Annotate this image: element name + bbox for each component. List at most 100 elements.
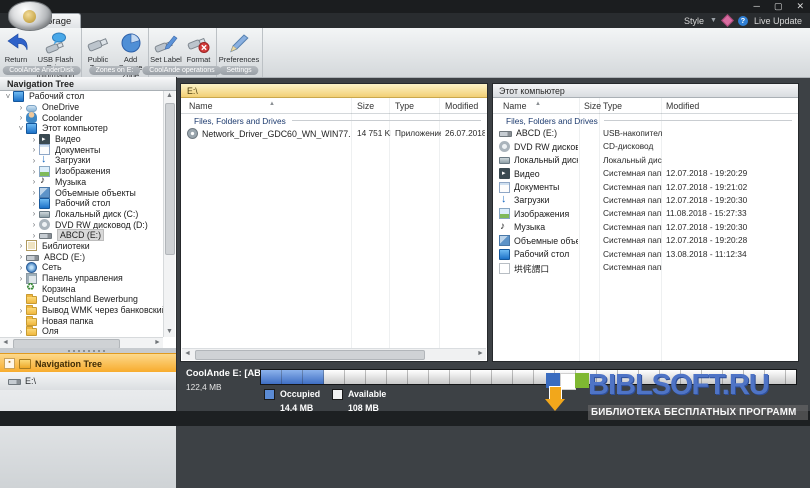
style-menu[interactable]: Style	[684, 16, 704, 26]
tree-item[interactable]: Deutschland Bewerbung	[0, 294, 163, 305]
tree-item-label: OneDrive	[42, 102, 79, 112]
live-update-button[interactable]: Live Update	[754, 16, 802, 26]
drive-e-bar[interactable]: E:\	[0, 372, 176, 391]
tree-item[interactable]: ›Документы	[0, 144, 163, 155]
tree-item[interactable]: › OneDrive	[0, 102, 163, 113]
minimize-icon[interactable]: ─	[754, 0, 760, 13]
tree-item[interactable]: ›Музыка	[0, 177, 163, 188]
tree-item[interactable]: ›Рабочий стол	[0, 198, 163, 209]
style-color-icon[interactable]	[721, 14, 734, 27]
scroll-right-icon[interactable]: ►	[152, 338, 163, 348]
column-header-type[interactable]: Type	[603, 101, 622, 111]
column-header-modified[interactable]: Modified	[445, 101, 478, 111]
collapse-arrow-icon[interactable]: ˅	[16, 124, 26, 133]
column-header-name[interactable]: Name	[189, 101, 212, 111]
tree-item-label: Рабочий стол	[29, 91, 84, 101]
occupied-label: Occupied	[280, 389, 320, 399]
table-row[interactable]: Объемные объектыСистемная папка12.07.201…	[493, 234, 798, 247]
tree-item[interactable]: ›Объемные объекты	[0, 187, 163, 198]
table-row[interactable]: ДокументыСистемная папка12.07.2018 - 19:…	[493, 181, 798, 194]
scroll-right-icon[interactable]: ►	[475, 349, 486, 359]
tree-item[interactable]: ›Изображения	[0, 166, 163, 177]
file-type-cell: Системная папка	[603, 168, 662, 178]
column-header-modified[interactable]: Modified	[666, 101, 699, 111]
chevron-down-icon[interactable]: ▼	[710, 17, 717, 24]
panel-title-computer[interactable]: Этот компьютер	[493, 84, 798, 98]
file-name-cell: Объемные объекты	[499, 235, 578, 246]
monitor-icon	[13, 91, 24, 102]
collapse-toggle-icon[interactable]: ▪	[4, 358, 15, 369]
ribbon-button-label: Preferences	[217, 56, 261, 64]
expand-arrow-icon[interactable]: ›	[29, 177, 39, 186]
expand-arrow-icon[interactable]: ›	[16, 241, 26, 250]
ribbon-group-label: CoolAnde operations	[142, 66, 221, 75]
maximize-icon[interactable]: ▢	[774, 0, 783, 13]
table-row[interactable]: МузыкаСистемная папка12.07.2018 - 19:20:…	[493, 221, 798, 234]
tree-item[interactable]: ›Оля	[0, 326, 163, 337]
expand-arrow-icon[interactable]: ›	[29, 209, 39, 218]
tree-item[interactable]: ›Сеть	[0, 262, 163, 273]
tree-item[interactable]: ›Локальный диск (C:)	[0, 209, 163, 220]
tree-item[interactable]: ›Панель управления	[0, 273, 163, 284]
expand-arrow-icon[interactable]: ›	[16, 263, 26, 272]
expand-arrow-icon[interactable]: ›	[29, 145, 39, 154]
file-name: Документы	[514, 182, 559, 192]
expand-arrow-icon[interactable]: ›	[29, 135, 39, 144]
tree-item-label: DVD RW дисковод (D:)	[55, 220, 148, 230]
window-controls: ─ ▢ ✕	[754, 0, 804, 13]
expand-arrow-icon[interactable]: ›	[16, 306, 26, 315]
table-row[interactable]: Локальный диск (C:)Локальный диск	[493, 154, 798, 167]
app-orb-button[interactable]	[8, 1, 52, 31]
collapse-arrow-icon[interactable]: ˅	[3, 92, 13, 101]
tree-item[interactable]: Новая папка	[0, 315, 163, 326]
expand-arrow-icon[interactable]: ›	[16, 252, 26, 261]
column-header-type[interactable]: Type	[395, 101, 414, 111]
table-row[interactable]: ABCD (E:)USB-накопитель	[493, 127, 798, 140]
tree-item[interactable]: ›ABCD (E:)	[0, 230, 163, 241]
table-row[interactable]: ИзображенияСистемная папка11.08.2018 - 1…	[493, 207, 798, 220]
usb-stick-icon	[86, 31, 110, 55]
table-row[interactable]: Рабочий столСистемная папка13.08.2018 - …	[493, 248, 798, 261]
tree-item[interactable]: ˅Этот компьютер	[0, 123, 163, 134]
expand-arrow-icon[interactable]: ›	[29, 231, 39, 240]
scroll-left-icon[interactable]: ◄	[0, 338, 11, 348]
file-type-cell: Системная папка	[603, 182, 662, 192]
table-row[interactable]: ЗагрузкиСистемная папка12.07.2018 - 19:2…	[493, 194, 798, 207]
expand-arrow-icon[interactable]: ›	[29, 188, 39, 197]
expand-arrow-icon[interactable]: ›	[29, 199, 39, 208]
scroll-down-icon[interactable]: ▼	[164, 327, 175, 337]
panel-title-e[interactable]: E:\	[181, 84, 487, 98]
scroll-left-icon[interactable]: ◄	[182, 349, 193, 359]
expand-arrow-icon[interactable]: ›	[29, 220, 39, 229]
tree-item[interactable]: ›ABCD (E:)	[0, 251, 163, 262]
scrollbar-thumb[interactable]	[165, 103, 175, 255]
panel-horizontal-scrollbar[interactable]: ◄ ►	[182, 348, 486, 360]
sort-caret-icon[interactable]: ▲	[269, 101, 275, 107]
tree-item[interactable]: ›Coolander	[0, 112, 163, 123]
scrollbar-thumb[interactable]	[195, 350, 425, 360]
close-icon[interactable]: ✕	[796, 0, 804, 13]
expand-arrow-icon[interactable]: ›	[16, 113, 26, 122]
expand-arrow-icon[interactable]: ›	[16, 103, 26, 112]
tree-vertical-scrollbar[interactable]: ▲ ▼	[163, 91, 175, 337]
column-header-size[interactable]: Size	[357, 101, 374, 111]
table-row[interactable]: 垬侂謂口Системная папка	[493, 261, 798, 274]
expand-arrow-icon[interactable]: ›	[29, 167, 39, 176]
tree-item[interactable]: ›Загрузки	[0, 155, 163, 166]
tree-item[interactable]: Корзина	[0, 283, 163, 294]
help-icon[interactable]: ?	[738, 16, 748, 26]
expand-arrow-icon[interactable]: ›	[16, 327, 26, 336]
table-row[interactable]: ВидеоСистемная папка12.07.2018 - 19:20:2…	[493, 167, 798, 180]
column-header-name[interactable]: Name	[503, 101, 526, 111]
expand-arrow-icon[interactable]: ›	[29, 156, 39, 165]
sort-caret-icon[interactable]: ▲	[535, 101, 541, 107]
tree-item[interactable]: ›Видео	[0, 134, 163, 145]
tree-item[interactable]: ›Библиотеки	[0, 241, 163, 252]
table-row[interactable]: DVD RW дисковод (D:)CD-дисковод	[493, 140, 798, 153]
table-row[interactable]: Network_Driver_GDC60_WN_WIN77.53.216.2_A…	[181, 127, 487, 140]
expand-arrow-icon[interactable]: ›	[16, 274, 26, 283]
tree-item[interactable]: ›Вывод WMK через банковский перевод	[0, 305, 163, 316]
scroll-up-icon[interactable]: ▲	[164, 91, 175, 101]
navigation-tree-bar[interactable]: ▪ Navigation Tree	[0, 353, 176, 374]
tree-item[interactable]: ˅ Рабочий стол	[0, 91, 163, 102]
